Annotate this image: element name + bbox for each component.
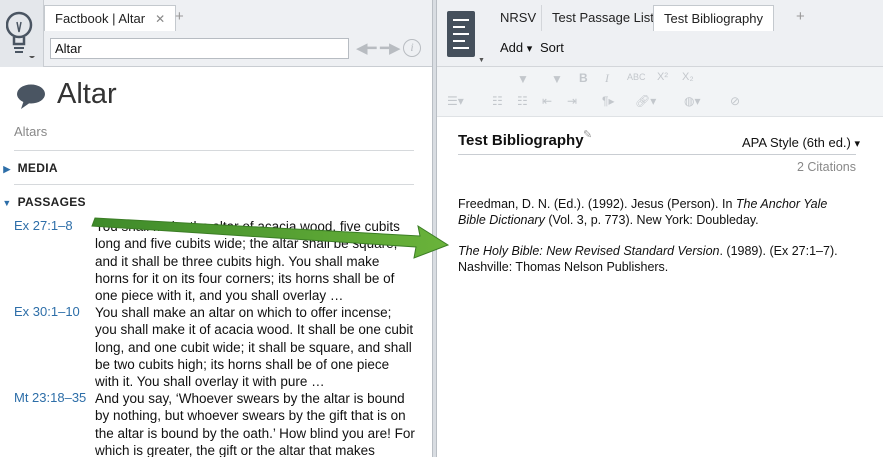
arrow-right-icon[interactable]: ━▶ xyxy=(380,38,401,59)
link-icon[interactable]: 🔗︎▾ xyxy=(635,94,656,108)
format-toolbar: ▼ ▼ B I ABC X² X₂ ☰▾ ☷ ☷ ⇤ ⇥ ¶▸ 🔗︎▾ ◍▾ ⊘ xyxy=(437,67,883,117)
factbook-panel-menu[interactable] xyxy=(0,0,44,67)
entry-text: Freedman, D. N. (Ed.). (1992). Jesus (Pe… xyxy=(458,197,736,211)
citation-count: 2 Citations xyxy=(796,160,856,174)
add-tab-button[interactable]: + xyxy=(175,8,184,25)
citation-style-select[interactable]: APA Style (6th ed.) ▾ xyxy=(742,135,860,150)
pencil-icon[interactable]: ✎ xyxy=(583,128,592,141)
subscript-button[interactable]: X₂ xyxy=(682,71,694,83)
entry-text: (Vol. 3, p. 773). New York: Doubleday. xyxy=(544,212,759,227)
bibliography-panel: ▼ NRSV Test Passage List Test Bibliograp… xyxy=(436,0,883,457)
align-left-icon[interactable]: ☰▾ xyxy=(447,94,464,108)
font-dropdown-icon[interactable]: ▼ xyxy=(517,72,529,86)
factbook-tabbar: Factbook | Altar ✕ + xyxy=(44,0,432,31)
section-label: PASSAGES xyxy=(17,195,86,209)
tab-test-bibliography[interactable]: Test Bibliography xyxy=(653,5,774,31)
tab-label: Test Passage List xyxy=(552,10,654,25)
section-label: MEDIA xyxy=(17,161,58,175)
add-menu[interactable]: Add ▾ xyxy=(500,40,532,55)
passage-ref-link[interactable]: Ex 30:1–10 xyxy=(14,304,80,319)
lightbulb-icon xyxy=(6,11,35,58)
numbered-list-icon[interactable]: ☷ xyxy=(517,94,528,108)
page-title: Altar xyxy=(57,78,117,110)
factbook-header: Factbook | Altar ✕ + Altar ◀━ ━▶ i xyxy=(0,0,432,67)
passage-text: You shall make an altar on which to offe… xyxy=(95,305,414,390)
bold-button[interactable]: B xyxy=(579,71,588,85)
section-passages[interactable]: ▼ PASSAGES xyxy=(0,195,86,209)
tab-label: Test Bibliography xyxy=(664,11,763,26)
arrow-left-icon[interactable]: ◀━ xyxy=(356,38,377,59)
divider xyxy=(14,184,414,185)
add-menu-label: Add xyxy=(500,40,524,55)
chevron-right-icon: ▶ xyxy=(3,164,11,174)
paragraph-icon[interactable]: ¶▸ xyxy=(602,94,614,108)
passage-ref-link[interactable]: Ex 27:1–8 xyxy=(14,218,73,233)
passage-ref-link[interactable]: Mt 23:18–35 xyxy=(14,390,86,405)
tab-label: NRSV xyxy=(500,10,537,25)
info-icon[interactable]: i xyxy=(403,39,421,57)
chevron-down-icon: ▼ xyxy=(2,198,12,208)
citation-style-label: APA Style (6th ed.) xyxy=(742,135,851,150)
divider xyxy=(14,150,414,151)
tab-test-passage-list[interactable]: Test Passage List xyxy=(541,5,664,31)
bibliography-entry[interactable]: Freedman, D. N. (Ed.). (1992). Jesus (Pe… xyxy=(458,197,858,228)
tab-nrsv[interactable]: NRSV xyxy=(490,5,546,31)
indent-icon[interactable]: ⇤ xyxy=(542,94,552,108)
tab-factbook-altar[interactable]: Factbook | Altar ✕ xyxy=(44,5,177,31)
document-list-icon[interactable] xyxy=(447,11,475,57)
tab-label: Factbook | Altar xyxy=(55,11,146,26)
page-subtitle: Altars xyxy=(14,124,48,139)
outdent-icon[interactable]: ⇥ xyxy=(567,94,577,108)
superscript-button[interactable]: X² xyxy=(657,71,668,83)
entry-title: The Holy Bible: New Revised Standard Ver… xyxy=(458,244,720,258)
bibliography-title[interactable]: Test Bibliography xyxy=(458,132,584,149)
chevron-down-icon: ▾ xyxy=(526,43,533,55)
globe-icon[interactable]: ◍▾ xyxy=(684,94,701,108)
bibliography-entry[interactable]: The Holy Bible: New Revised Standard Ver… xyxy=(458,244,858,275)
chevron-down-icon[interactable]: ▼ xyxy=(478,57,485,64)
factbook-panel: Factbook | Altar ✕ + Altar ◀━ ━▶ i Altar … xyxy=(0,0,433,457)
clear-format-icon[interactable]: ⊘ xyxy=(730,94,740,108)
chevron-down-icon: ▾ xyxy=(854,138,861,150)
add-tab-button[interactable]: + xyxy=(796,8,805,25)
close-icon[interactable]: ✕ xyxy=(155,12,165,26)
divider xyxy=(458,154,856,155)
bibliography-tabbar: NRSV Test Passage List Test Bibliography… xyxy=(490,0,883,31)
bullet-list-icon[interactable]: ☷ xyxy=(492,94,503,108)
italic-button[interactable]: I xyxy=(605,71,609,86)
sort-menu[interactable]: Sort xyxy=(540,40,564,55)
section-media[interactable]: ▶ MEDIA xyxy=(0,161,58,175)
passage-text: You shall make the altar of acacia wood,… xyxy=(95,219,400,304)
passage-text: And you say, ‘Whoever swears by the alta… xyxy=(95,391,415,457)
size-dropdown-icon[interactable]: ▼ xyxy=(551,72,563,86)
search-input[interactable]: Altar xyxy=(50,38,349,59)
speech-bubble-icon xyxy=(17,84,45,109)
bibliography-header: ▼ NRSV Test Passage List Test Bibliograp… xyxy=(437,0,883,67)
smallcaps-button[interactable]: ABC xyxy=(627,72,646,82)
